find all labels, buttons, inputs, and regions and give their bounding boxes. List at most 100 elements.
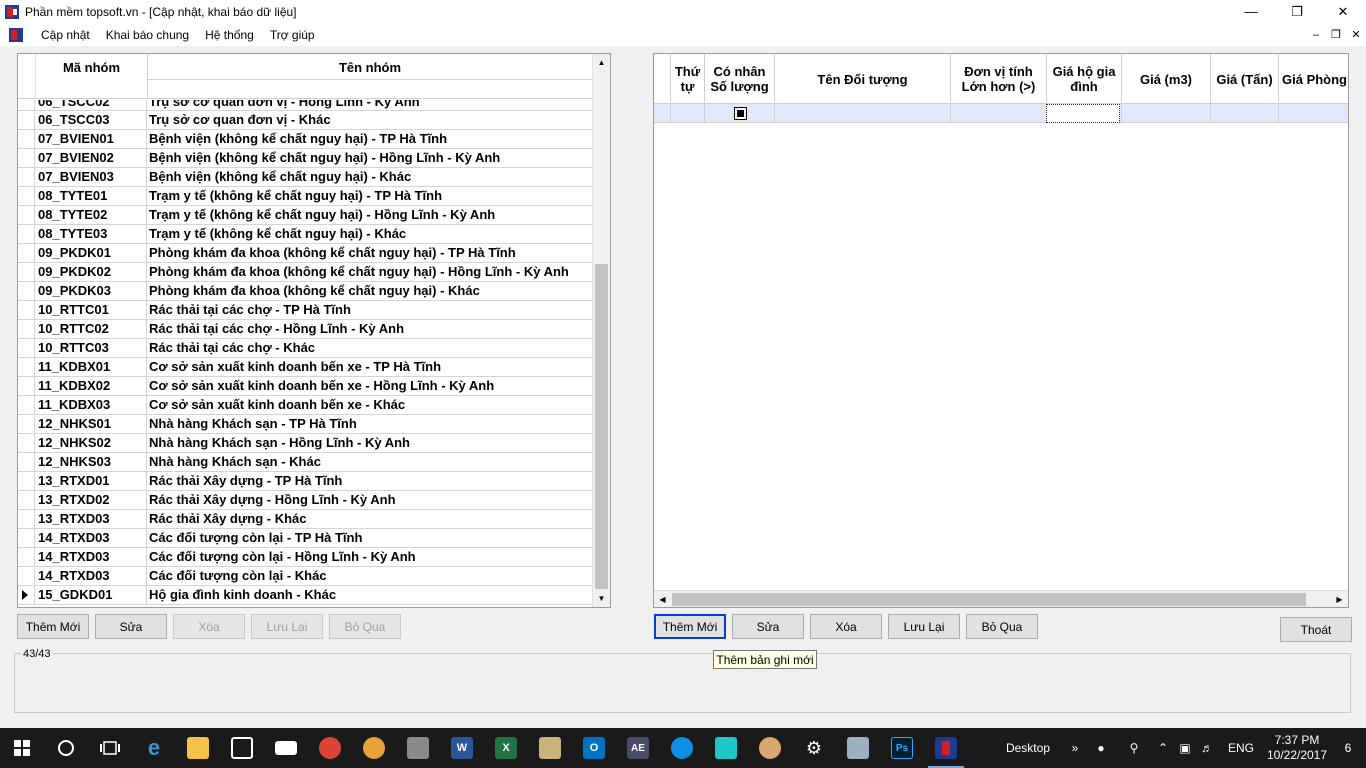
cell-code[interactable]: 12_NHKS02 <box>35 434 147 453</box>
scroll-left-icon[interactable]: ◀ <box>654 591 671 607</box>
row-indicator[interactable] <box>18 168 35 187</box>
row-indicator[interactable] <box>18 187 35 206</box>
app-teal-icon[interactable] <box>704 728 748 768</box>
table-row[interactable]: 07_BVIEN02 Bệnh viện (không kể chất nguy … <box>18 149 592 168</box>
document-viewer-icon[interactable] <box>528 728 572 768</box>
table-row[interactable]: 13_RTXD01 Rác thải Xây dựng - TP Hà Tĩnh <box>18 472 592 491</box>
row-indicator[interactable] <box>18 244 35 263</box>
column-header-room-price[interactable]: Giá Phòng <box>1278 54 1348 104</box>
cell-code[interactable]: 15_GDKD01 <box>35 586 147 605</box>
table-row[interactable]: 14_RTXD03 Các đối tượng còn lại - Khác <box>18 567 592 586</box>
chrome-icon[interactable] <box>308 728 352 768</box>
group-grid[interactable]: Mã nhóm Tên nhóm 06_TSCC02 Trụ sở cơ qua… <box>17 53 611 608</box>
cell-code[interactable]: 07_BVIEN02 <box>35 149 147 168</box>
checkbox-icon[interactable] <box>734 107 747 120</box>
cell-name[interactable]: Các đối tượng còn lại - TP Hà Tĩnh <box>147 529 592 548</box>
row-indicator[interactable] <box>18 263 35 282</box>
cell-name[interactable]: Các đối tượng còn lại - Hồng Lĩnh - Kỳ A… <box>147 548 592 567</box>
cell-code[interactable]: 11_KDBX02 <box>35 377 147 396</box>
cell-code[interactable]: 11_KDBX01 <box>35 358 147 377</box>
document-app-icon[interactable] <box>9 27 23 42</box>
cell-code[interactable]: 06_TSCC02 <box>35 100 147 111</box>
row-indicator[interactable] <box>18 586 35 605</box>
cell-code[interactable]: 10_RTTC01 <box>35 301 147 320</box>
gear-icon[interactable]: ⚙ <box>792 728 836 768</box>
cell-name[interactable]: Bệnh viện (không kể chất nguy hại) - Hồn… <box>147 149 592 168</box>
cell-code[interactable]: 14_RTXD03 <box>35 529 147 548</box>
table-row[interactable]: 06_TSCC03 Trụ sở cơ quan đơn vị - Khác <box>18 111 592 130</box>
table-row[interactable]: 14_RTXD03 Các đối tượng còn lại - Hồng Lĩ… <box>18 548 592 567</box>
column-header-price-ton[interactable]: Giá (Tấn) <box>1210 54 1278 104</box>
cell-code[interactable]: 09_PKDK03 <box>35 282 147 301</box>
row-indicator[interactable] <box>18 149 35 168</box>
tools-icon[interactable] <box>352 728 396 768</box>
word-icon[interactable]: W <box>440 728 484 768</box>
photoshop-icon[interactable]: Ps <box>880 728 924 768</box>
scroll-up-icon[interactable]: ▲ <box>593 54 610 71</box>
cell-name[interactable]: Trụ sở cơ quan đơn vị - Khác <box>147 111 592 130</box>
table-row[interactable]: 12_NHKS01 Nhà hàng Khách sạn - TP Hà Tĩnh <box>18 415 592 434</box>
left-add-button[interactable]: Thêm Mới <box>17 614 89 639</box>
cell-code[interactable]: 06_TSCC03 <box>35 111 147 130</box>
cell-name[interactable]: Nhà hàng Khách sạn - Hồng Lĩnh - Kỳ Anh <box>147 434 592 453</box>
right-edit-button[interactable]: Sửa <box>732 614 804 639</box>
row-indicator[interactable] <box>18 282 35 301</box>
cell-unit[interactable] <box>950 104 1046 123</box>
table-row[interactable]: 08_TYTE02 Trạm y tế (không kể chất nguy h… <box>18 206 592 225</box>
table-row[interactable]: 10_RTTC02 Rác thải tại các chợ - Hồng Lĩn… <box>18 320 592 339</box>
cell-code[interactable]: 09_PKDK02 <box>35 263 147 282</box>
right-delete-button[interactable]: Xóa <box>810 614 882 639</box>
table-row[interactable]: 13_RTXD02 Rác thải Xây dựng - Hồng Lĩnh -… <box>18 491 592 510</box>
windows-start-icon[interactable] <box>0 728 44 768</box>
horizontal-scrollbar[interactable]: ◀ ▶ <box>654 590 1348 607</box>
table-row[interactable]: 10_RTTC01 Rác thải tại các chợ - TP Hà Tĩ… <box>18 301 592 320</box>
table-row[interactable]: 15_GDKD01 Hộ gia đình kinh doanh - Khác <box>18 586 592 605</box>
cell-price-m3[interactable] <box>1121 104 1210 123</box>
minimize-icon[interactable]: — <box>1228 0 1274 23</box>
cell-code[interactable]: 09_PKDK01 <box>35 244 147 263</box>
cell-code[interactable]: 14_RTXD03 <box>35 548 147 567</box>
row-indicator[interactable] <box>18 472 35 491</box>
left-edit-button[interactable]: Sửa <box>95 614 167 639</box>
table-row[interactable]: 12_NHKS03 Nhà hàng Khách sạn - Khác <box>18 453 592 472</box>
cell-code[interactable]: 13_RTXD03 <box>35 510 147 529</box>
table-row[interactable] <box>654 104 1348 123</box>
toolbar-expand-icon[interactable]: » <box>1064 741 1086 755</box>
disk-tool-icon[interactable] <box>836 728 880 768</box>
row-indicator[interactable] <box>18 130 35 149</box>
tray-expand-icon[interactable]: ⌃ <box>1152 741 1174 755</box>
cell-name[interactable]: Rác thải Xây dựng - TP Hà Tĩnh <box>147 472 592 491</box>
vertical-scrollbar[interactable]: ▲ ▼ <box>592 54 610 607</box>
cell-name[interactable]: Phòng khám đa khoa (không kể chất nguy h… <box>147 263 592 282</box>
menu-cap-nhat[interactable]: Cập nhật <box>33 28 98 42</box>
store-icon[interactable] <box>220 728 264 768</box>
settings-tool-icon[interactable] <box>396 728 440 768</box>
scroll-thumb[interactable] <box>595 264 608 589</box>
left-delete-button[interactable]: Xóa <box>173 614 245 639</box>
file-explorer-icon[interactable] <box>176 728 220 768</box>
cell-name[interactable]: Rác thải Xây dựng - Khác <box>147 510 592 529</box>
language-indicator[interactable]: ENG <box>1228 741 1254 755</box>
row-indicator[interactable] <box>18 434 35 453</box>
row-indicator[interactable] <box>18 339 35 358</box>
column-header-price-m3[interactable]: Giá (m3) <box>1121 54 1210 104</box>
scroll-right-icon[interactable]: ▶ <box>1331 591 1348 607</box>
table-row[interactable]: 14_RTXD03 Các đối tượng còn lại - TP Hà T… <box>18 529 592 548</box>
column-header-household-price[interactable]: Giá hộ gia đình <box>1046 54 1121 104</box>
table-row[interactable]: 10_RTTC03 Rác thải tại các chợ - Khác <box>18 339 592 358</box>
row-indicator[interactable] <box>18 453 35 472</box>
menu-he-thong[interactable]: Hệ thống <box>197 28 262 42</box>
cell-code[interactable]: 08_TYTE01 <box>35 187 147 206</box>
cell-code[interactable]: 08_TYTE02 <box>35 206 147 225</box>
table-row[interactable]: 08_TYTE01 Trạm y tế (không kể chất nguy h… <box>18 187 592 206</box>
cell-code[interactable]: 07_BVIEN01 <box>35 130 147 149</box>
left-skip-button[interactable]: Bỏ Qua <box>329 614 401 639</box>
row-indicator[interactable] <box>18 225 35 244</box>
cell-code[interactable]: 07_BVIEN03 <box>35 168 147 187</box>
column-header-object-name[interactable]: Tên Đối tượng <box>774 54 950 104</box>
people-icon[interactable]: ⚲ <box>1116 741 1152 755</box>
left-save-button[interactable]: Lưu Lại <box>251 614 323 639</box>
network-icon[interactable]: ▣ <box>1174 741 1196 755</box>
row-indicator[interactable] <box>18 510 35 529</box>
table-row[interactable]: 08_TYTE03 Trạm y tế (không kể chất nguy h… <box>18 225 592 244</box>
